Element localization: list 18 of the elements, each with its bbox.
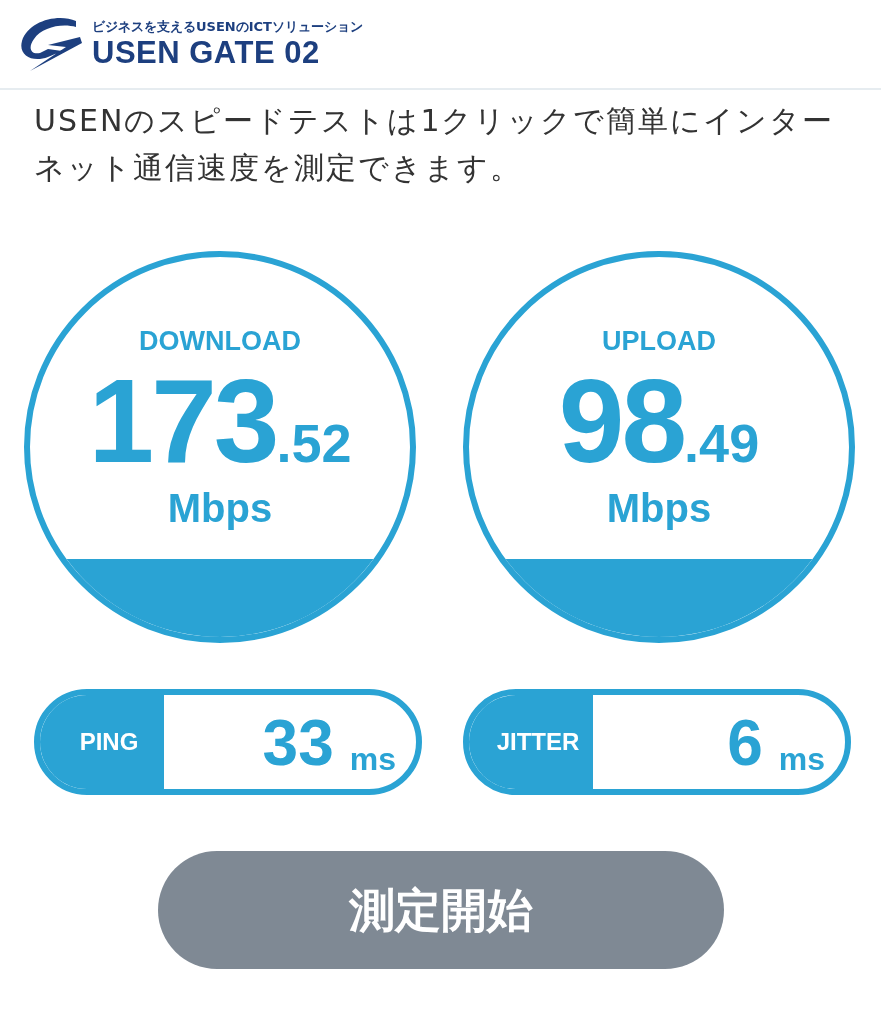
speed-decimal: .52: [276, 415, 352, 470]
logo-icon: [18, 15, 84, 73]
speed-value: 98: [558, 361, 685, 480]
metric-value: 33: [262, 711, 334, 775]
speed-unit: Mbps: [167, 487, 273, 528]
brand-name: USEN GATE 02: [92, 37, 321, 68]
intro-text: USENのスピードテストは1クリックで簡単にインターネット通信速度を測定できます。: [33, 102, 836, 187]
metric-unit: ms: [778, 743, 825, 775]
speed-unit: Mbps: [606, 487, 712, 528]
metric-unit: ms: [349, 743, 396, 775]
speed-value: 173: [88, 361, 277, 480]
tagline: ビジネスを支えるUSENのICTソリューション: [92, 20, 363, 33]
metric-label: JITTER: [469, 695, 593, 789]
metric-value: 6: [727, 711, 763, 775]
gauge-label: UPLOAD: [602, 325, 716, 358]
speed-decimal: .49: [684, 415, 760, 470]
metric-label: PING: [40, 695, 164, 789]
gauge-label: DOWNLOAD: [139, 325, 301, 358]
